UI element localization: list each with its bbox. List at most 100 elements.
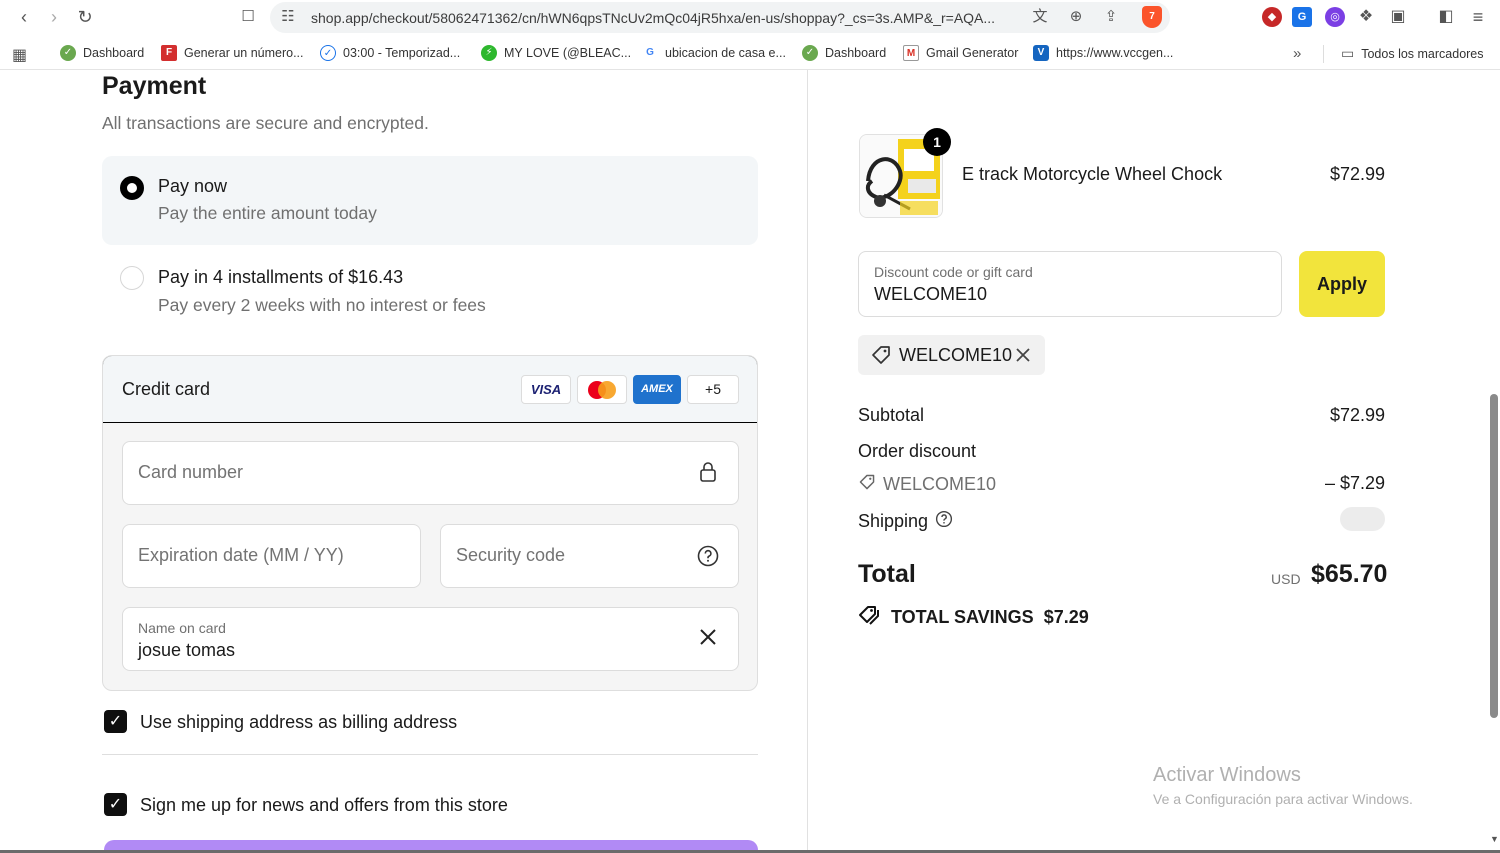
pay-now-option[interactable]: Pay now Pay the entire amount today [102,156,758,245]
translate-icon[interactable]: 文 [1030,7,1050,27]
pay-now-radio[interactable] [120,176,144,200]
forward-arrow-icon[interactable]: › [43,6,65,28]
extension-shield-icon[interactable]: ◆ [1262,7,1282,27]
share-icon[interactable]: ⇪ [1101,7,1121,27]
screenshot-icon[interactable]: ▣ [1388,7,1408,27]
credit-card-title: Credit card [122,379,211,399]
all-bookmarks-folder[interactable]: ▭ Todos los marcadores [1341,45,1484,62]
bookmark-item[interactable]: Gubicacion de casa e... [642,45,786,61]
extensions-puzzle-icon[interactable]: ❖ [1356,7,1376,27]
clear-x-icon[interactable] [697,628,719,650]
extension-swirl-icon[interactable]: ◎ [1325,7,1345,27]
tag-icon [858,473,883,496]
discount-code-label: Discount code or gift card [874,264,1033,280]
total-savings-row: TOTAL SAVINGS $7.29 [858,604,1089,631]
security-code-placeholder: Security code [456,545,566,565]
zoom-icon[interactable]: ⊕ [1066,7,1086,27]
help-circle-icon[interactable] [935,510,953,533]
installments-subtitle: Pay every 2 weeks with no interest or fe… [158,295,486,315]
payment-section: Payment All transactions are secure and … [0,70,808,853]
order-discount-code-row: WELCOME10 [858,473,996,496]
bookmark-label: 03:00 - Temporizad... [343,46,461,60]
back-arrow-icon[interactable]: ‹ [13,6,35,28]
scrollbar-thumb[interactable] [1490,394,1498,718]
tag-icon [870,344,892,366]
bookmark-label: Gmail Generator [926,46,1019,60]
gmail-icon: M [903,45,919,61]
shipping-loading-placeholder [1340,507,1385,531]
windows-activation-subtitle: Ve a Configuración para activar Windows. [1153,791,1413,807]
expiration-date-field[interactable]: Expiration date (MM / YY) [122,524,421,588]
google-translate-icon[interactable]: G [1292,7,1312,27]
bookmark-label: https://www.vccgen... [1056,46,1174,60]
total-currency: USD [1271,571,1301,587]
bookmarks-bar: ▦ ✓ Dashboard F Generar un número... ✓ 03:0… [0,36,1500,70]
folder-icon: ▭ [1341,45,1355,61]
bookmark-item[interactable]: Vhttps://www.vccgen... [1033,45,1173,61]
more-bookmarks-chevron-icon[interactable]: » [1293,45,1301,62]
browser-toolbar: ‹ › ↻ ☐ ☷ shop.app/checkout/58062471362/… [0,0,1500,36]
applied-discount-chip: WELCOME10 [858,335,1045,375]
expiration-placeholder: Expiration date (MM / YY) [138,545,344,565]
bookmark-label: MY LOVE (@BLEAC... [504,46,632,60]
reload-icon[interactable]: ↻ [74,6,96,28]
installments-option[interactable]: Pay in 4 installments of $16.43 Pay ever… [102,250,758,320]
pay-now-subtitle: Pay the entire amount today [158,203,377,223]
bookmark-item[interactable]: M Gmail Generator [903,45,1018,61]
all-bookmarks-label: Todos los marcadores [1361,46,1484,61]
section-divider [102,754,758,755]
total-value: $65.70 [1311,560,1388,588]
bookmark-item[interactable]: ✓ Dashboard [60,45,144,61]
newsletter-checkbox[interactable]: ✓ [104,793,127,816]
bookmark-label: Dashboard [83,46,145,60]
newsletter-label: Sign me up for news and offers from this… [140,795,508,815]
installments-radio[interactable] [120,266,144,290]
card-number-placeholder: Card number [138,462,244,482]
apps-grid-icon[interactable]: ▦ [12,45,27,65]
remove-discount-x-icon[interactable] [1014,342,1032,370]
address-bar[interactable]: ☷ shop.app/checkout/58062471362/cn/hWN6q… [270,2,1170,33]
bookmark-item[interactable]: ⚡ MY LOVE (@BLEAC... [481,45,631,61]
subtotal-value: $72.99 [1329,405,1385,425]
applied-discount-code: WELCOME10 [899,345,1013,365]
lock-icon [697,462,719,484]
v-logo-icon: V [1033,45,1049,61]
order-summary: 1 E track Motorcycle Wheel Chock $72.99 … [809,70,1500,853]
credit-card-header[interactable]: Credit card VISA AMEX +5 [103,356,757,423]
question-circle-icon[interactable] [697,545,719,567]
discount-code-input[interactable]: Discount code or gift card WELCOME10 [858,251,1282,317]
pay-now-title: Pay now [158,176,228,196]
security-code-field[interactable]: Security code [440,524,739,588]
name-on-card-field[interactable]: Name on card josue tomas [122,607,739,671]
menu-icon[interactable]: ≡ [1468,7,1488,27]
url-text: shop.app/checkout/58062471362/cn/hWN6qps… [311,10,996,26]
site-info-icon[interactable]: ☷ [278,7,298,27]
bookmark-item[interactable]: ✓ Dashboard [802,45,886,61]
bookmark-label: Generar un número... [184,46,304,60]
order-discount-value: – $7.29 [1324,473,1385,493]
discount-code-value: WELCOME10 [874,284,988,304]
google-icon: G [642,45,658,61]
side-panel-icon[interactable]: ◧ [1436,7,1456,27]
amex-logo: AMEX [633,375,681,404]
installments-title: Pay in 4 installments of $16.43 [158,267,404,287]
windows-activation-title: Activar Windows [1153,764,1301,786]
more-brands-badge: +5 [687,375,739,404]
shipping-row: Shipping [858,510,953,533]
dashboard-icon: ✓ [60,45,76,61]
bookmark-item[interactable]: F Generar un número... [161,45,304,61]
savings-tag-icon [858,604,880,631]
billing-address-checkbox[interactable]: ✓ [104,710,127,733]
brave-shield-icon[interactable]: 7 [1142,6,1162,28]
payment-heading: Payment [102,72,207,100]
card-number-field[interactable]: Card number [122,441,739,505]
bookmark-item[interactable]: ✓ 03:00 - Temporizad... [320,45,460,61]
scroll-down-arrow-icon[interactable]: ▼ [1489,834,1500,848]
apply-button[interactable]: Apply [1299,251,1385,317]
timer-icon: ✓ [320,45,336,61]
product-price: $72.99 [1329,164,1385,184]
payment-subtitle: All transactions are secure and encrypte… [102,113,429,133]
name-on-card-label: Name on card [138,620,226,636]
bookmark-icon[interactable]: ☐ [237,6,259,28]
bolt-icon: ⚡ [481,45,497,61]
